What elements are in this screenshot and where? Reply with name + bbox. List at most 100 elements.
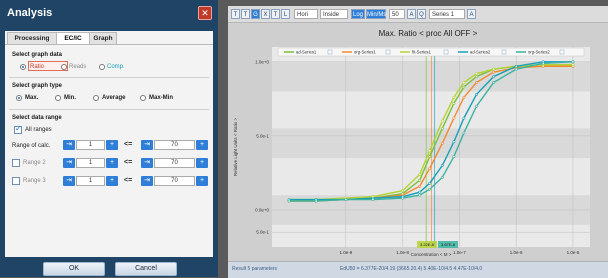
increment-button[interactable]: + [106, 176, 118, 186]
ok-button[interactable]: OK [43, 262, 105, 276]
data-point [428, 149, 432, 153]
data-point [475, 72, 478, 76]
data-point [514, 67, 518, 71]
data-point [462, 95, 466, 99]
range-1-to-field[interactable]: 70 [154, 140, 195, 150]
radio-ratio-label: Ratio [30, 64, 45, 70]
toolbar-button[interactable]: T [271, 9, 280, 19]
status-bar: Result 5 parameters EdU50 = 6.377E-20/4.… [228, 261, 608, 278]
range-3-from-field[interactable]: 1 [76, 176, 105, 186]
cancel-button[interactable]: Cancel [115, 262, 177, 276]
toolbar-button[interactable]: A [467, 9, 476, 19]
toolbar-button[interactable]: T [241, 9, 250, 19]
increment-button[interactable]: + [196, 176, 208, 186]
value-dropdown[interactable]: 50 [389, 9, 405, 19]
range-3-to-field[interactable]: 70 [154, 176, 195, 186]
range-1-from-stepper: ⇥ 1 + [63, 140, 119, 150]
range-3-checkbox[interactable] [12, 177, 20, 185]
legend-label: fit-Series1 [412, 50, 432, 55]
x-tick-labels: 1.0e-9 1.0e-8 1.0e-7 1.0e-6 1.0e-5 [339, 250, 579, 255]
dialog-footer: OK Cancel [5, 258, 213, 277]
range-2-to-field[interactable]: 70 [154, 158, 195, 168]
toolbar-button[interactable]: X [261, 9, 270, 19]
section-graph-data-title: Select graph data [12, 52, 63, 58]
x-tick-label: 1.0e-5 [567, 250, 580, 255]
radio-min[interactable] [55, 95, 61, 101]
plot-area: ad-Series1 org-Series1 fit-Series1 ad-Serie… [228, 23, 608, 261]
log-toggle[interactable]: Log [351, 9, 365, 19]
toolbar-button[interactable]: Q [417, 9, 426, 19]
data-point [428, 167, 432, 170]
legend-checkbox [501, 49, 507, 55]
data-point [440, 164, 444, 167]
data-point [440, 175, 444, 179]
increment-button[interactable]: + [196, 158, 208, 168]
data-point [418, 184, 422, 188]
y-tick-label: 5.0e-1 [256, 133, 269, 138]
data-point [571, 60, 575, 64]
decrement-button[interactable]: ⇥ [63, 158, 75, 168]
data-point [344, 198, 348, 201]
range-1-from-field[interactable]: 1 [76, 140, 105, 150]
radio-comp-label: Comp. [107, 64, 125, 70]
horizontal-dropdown[interactable]: Hori [294, 9, 318, 19]
x-axis-label: Concentration < M > [411, 252, 452, 257]
radio-ratio[interactable] [20, 64, 26, 70]
close-icon[interactable]: ✕ [198, 6, 212, 20]
series-dropdown[interactable]: Series 1 [429, 9, 465, 19]
radio-average[interactable] [93, 95, 99, 101]
data-point [371, 198, 375, 201]
increment-button[interactable]: + [196, 140, 208, 150]
data-point [492, 75, 495, 79]
range-2-from-field[interactable]: 1 [76, 158, 105, 168]
data-point [314, 199, 318, 203]
data-point [462, 116, 466, 120]
legend-label: ad-Series1 [296, 50, 317, 55]
tab-divider [5, 44, 213, 45]
radio-max[interactable] [16, 95, 22, 101]
data-point [418, 193, 422, 197]
toolbar-button[interactable]: G [251, 9, 260, 19]
legend-label: ad-Series2 [470, 50, 491, 55]
toolbar-button[interactable]: L [281, 9, 290, 19]
all-ranges-checkbox[interactable] [14, 124, 22, 134]
x-tick-label: 1.0e-8 [396, 250, 409, 255]
toolbar-button[interactable]: A [407, 9, 416, 19]
data-point [475, 93, 478, 96]
data-point [287, 199, 291, 203]
range-3-to-stepper: ⇥ 70 + [141, 176, 209, 186]
y-tick-label: 1.0e+0 [255, 59, 269, 64]
decrement-button[interactable]: ⇥ [63, 176, 75, 186]
radio-comp[interactable] [99, 64, 105, 70]
dialog-title: Analysis [7, 7, 53, 19]
legend-checkbox [443, 49, 449, 55]
radio-max-label: Max. [25, 95, 39, 101]
radio-reads[interactable] [61, 64, 67, 70]
range-3-label: Range 3 [23, 178, 46, 184]
decrement-button[interactable]: ⇥ [141, 140, 153, 150]
range-2-label: Range 2 [23, 160, 46, 166]
min-max-toggle[interactable]: Min/Ms [366, 9, 386, 19]
data-point [440, 119, 444, 123]
increment-button[interactable]: + [106, 158, 118, 168]
range-2-from-stepper: ⇥ 1 + [63, 158, 119, 168]
decrement-button[interactable]: ⇥ [63, 140, 75, 150]
decrement-button[interactable]: ⇥ [141, 158, 153, 168]
position-dropdown[interactable]: Inside [320, 9, 348, 19]
graph-data-options: Ratio Reads Comp. [16, 61, 206, 73]
data-point [475, 104, 478, 108]
data-point [571, 63, 575, 67]
range-1-to-stepper: ⇥ 70 + [141, 140, 209, 150]
y-axis-label: Relative Light Units < Ratio > [233, 117, 238, 176]
legend-label: org-Series2 [528, 50, 550, 55]
data-point [418, 173, 422, 176]
decrement-button[interactable]: ⇥ [141, 176, 153, 186]
data-point [452, 116, 456, 120]
range-2-checkbox[interactable] [12, 159, 20, 167]
legend-checkbox [559, 49, 565, 55]
toolbar-button[interactable]: T [231, 9, 240, 19]
data-point [418, 178, 422, 182]
radio-max-min[interactable] [140, 95, 146, 101]
increment-button[interactable]: + [106, 140, 118, 150]
graph-type-options: Max. Min. Average Max-Min [16, 94, 206, 104]
